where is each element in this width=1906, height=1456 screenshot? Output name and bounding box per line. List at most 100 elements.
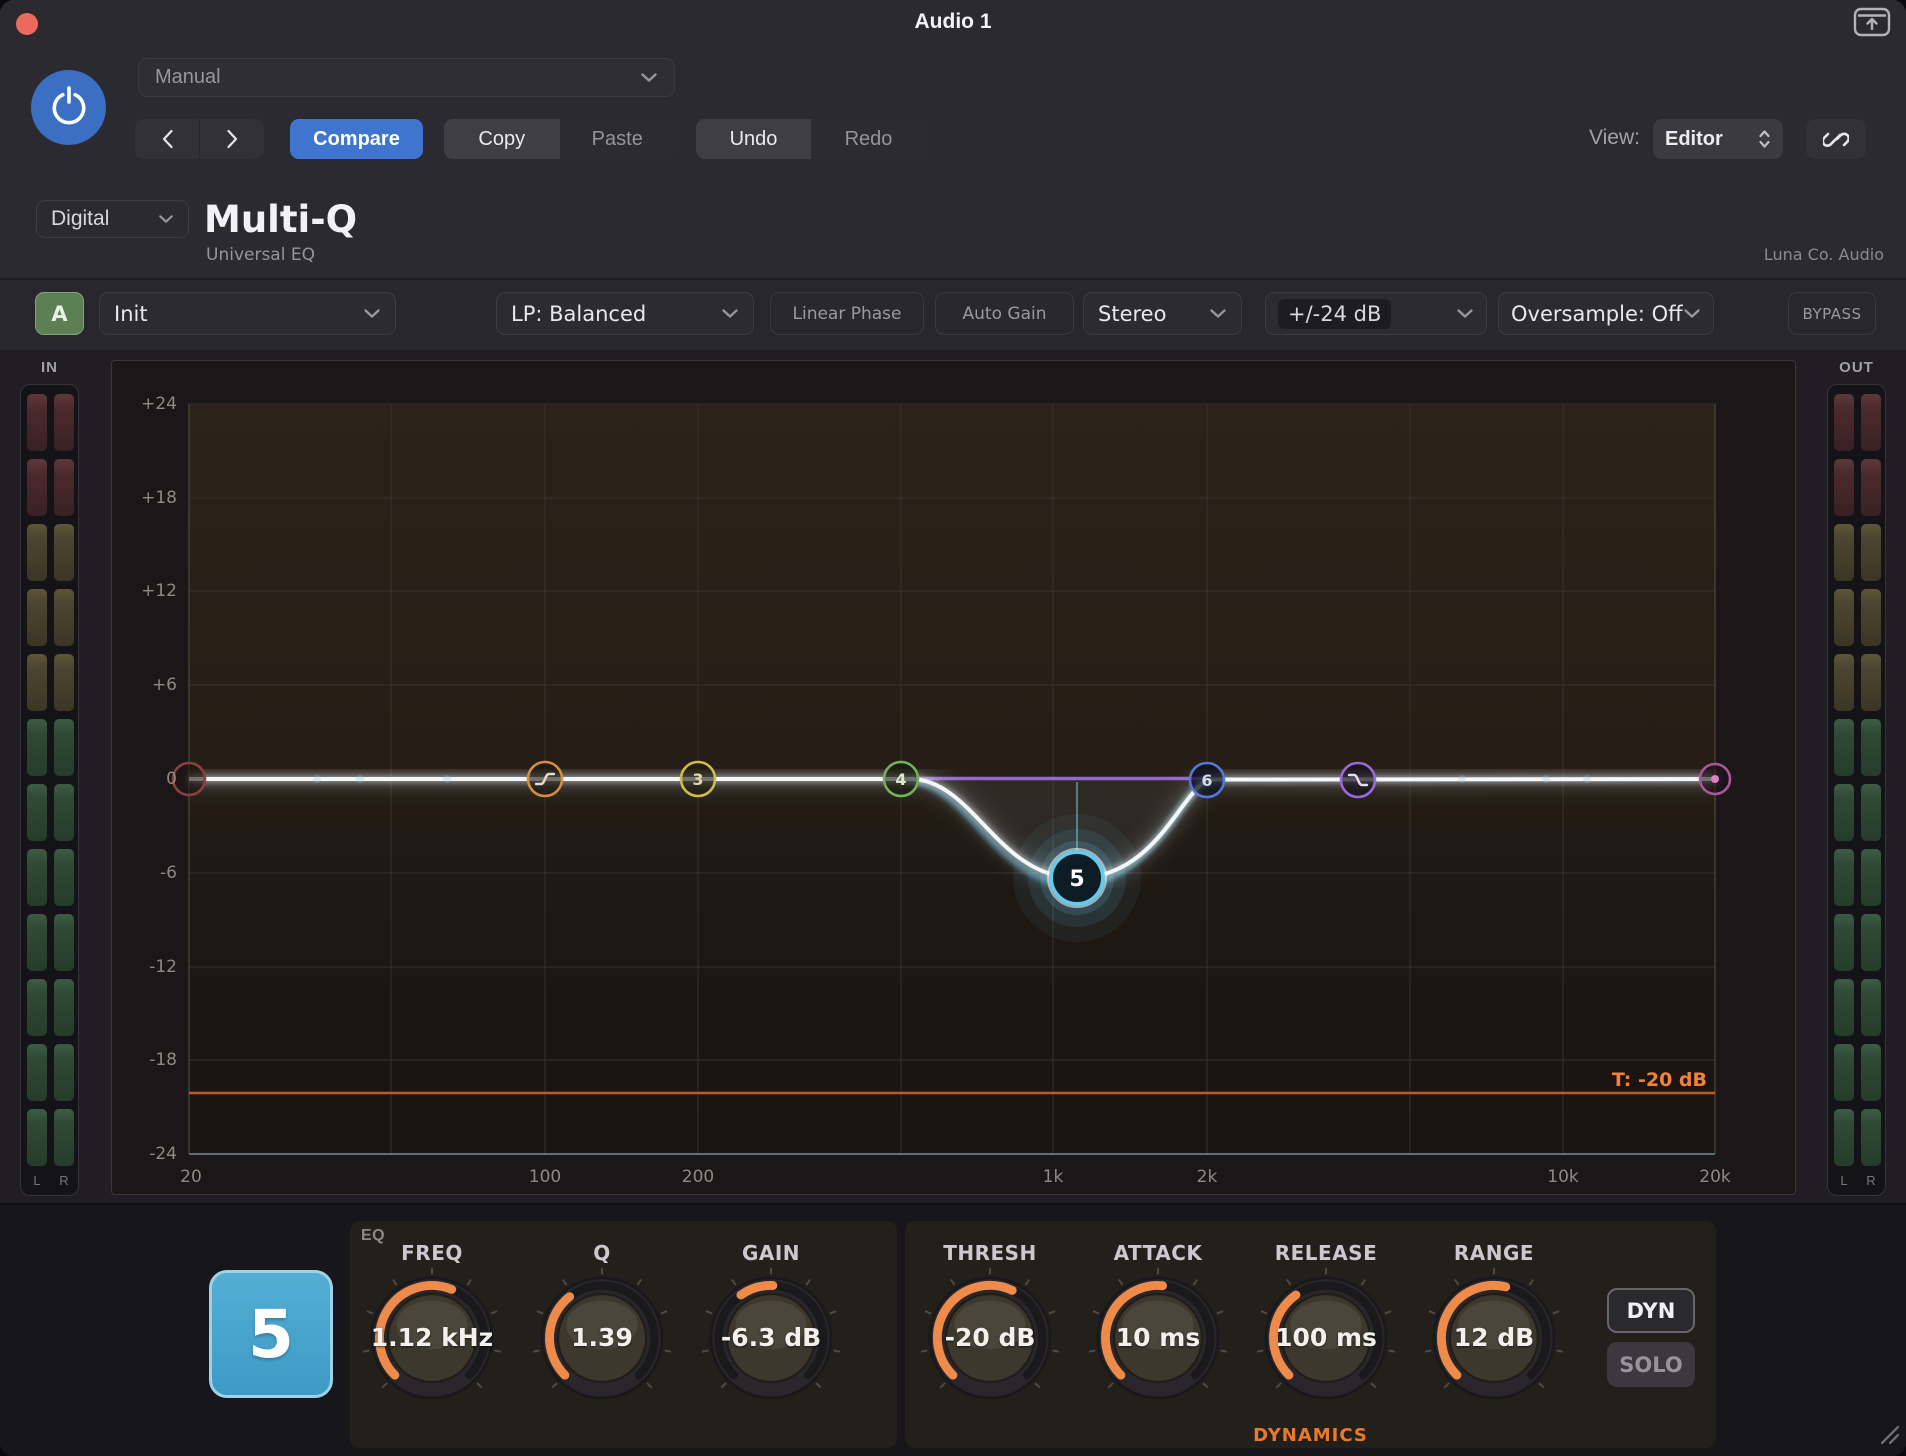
meter-segment [1861, 979, 1881, 1036]
meter-segment [1834, 914, 1854, 971]
output-meter-label: OUT [1827, 359, 1886, 376]
redo-button[interactable]: Redo [811, 119, 926, 159]
attack-knob[interactable]: 10 ms [1083, 1263, 1233, 1413]
link-button[interactable] [1806, 119, 1866, 159]
eq-band-8-handle[interactable] [1700, 764, 1730, 794]
preset-dropdown[interactable]: Init [99, 292, 396, 335]
left-channel-label: L [1834, 1173, 1854, 1188]
release-knob[interactable]: 100 ms [1251, 1263, 1401, 1413]
oversample-value: Oversample: Off [1511, 302, 1683, 326]
freq-label: 100 [529, 1167, 561, 1187]
right-channel-label: R [1861, 1173, 1881, 1188]
gain-knob[interactable]: -6.3 dB [696, 1263, 846, 1413]
meter-segment [1861, 1044, 1881, 1101]
db-label: -24 [125, 1144, 177, 1164]
channel-mode-dropdown[interactable]: Stereo [1083, 292, 1242, 335]
meter-segment [1834, 654, 1854, 711]
meter-segment [27, 589, 47, 646]
chevron-down-icon [721, 308, 739, 319]
linear-phase-mode-dropdown[interactable]: LP: Balanced [496, 292, 754, 335]
oversample-dropdown[interactable]: Oversample: Off [1498, 292, 1714, 335]
stepper-chevrons-icon [1758, 129, 1771, 149]
eq-section: EQ FREQ 1.12 kHz Q 1.39 GAIN -6.3 dB [350, 1221, 897, 1448]
compare-button[interactable]: Compare [290, 119, 423, 159]
paste-label: Paste [592, 128, 643, 151]
meter-segment [54, 394, 74, 451]
resize-gripper[interactable] [1874, 1419, 1900, 1450]
thresh-knob[interactable]: -20 dB [915, 1263, 1065, 1413]
dyn-toggle-button[interactable]: DYN [1607, 1288, 1695, 1333]
bypass-button[interactable]: BYPASS [1788, 292, 1876, 335]
chevron-right-icon [226, 129, 239, 149]
copy-label: Copy [478, 128, 525, 151]
left-channel-label: L [27, 1173, 47, 1188]
link-icon [1823, 126, 1849, 152]
ab-compare-button[interactable]: A [35, 292, 84, 335]
band4-number: 4 [895, 770, 906, 789]
gain-value: -6.3 dB [696, 1323, 846, 1352]
paste-button[interactable]: Paste [560, 119, 676, 159]
copy-button[interactable]: Copy [444, 119, 560, 159]
freq-value: 1.12 kHz [357, 1323, 507, 1352]
eq-band-1-handle[interactable] [173, 763, 205, 795]
db-label: +6 [125, 675, 177, 695]
meter-segment [54, 719, 74, 776]
meter-segment [54, 979, 74, 1036]
selected-band-button[interactable]: 5 [209, 1270, 333, 1398]
db-label: -6 [125, 863, 177, 883]
meter-segment [27, 1044, 47, 1101]
eq-band-7-handle[interactable] [1341, 763, 1375, 797]
chevron-down-icon [363, 308, 381, 319]
input-meter: L R [20, 384, 79, 1196]
preset-nav-group [135, 119, 264, 159]
freq-label: 2k [1197, 1167, 1218, 1187]
range-knob-label: RANGE [1414, 1241, 1574, 1265]
meter-segment [1834, 524, 1854, 581]
plugin-power-button[interactable] [31, 70, 106, 145]
attack-value: 10 ms [1083, 1323, 1233, 1352]
eq-band-6-handle[interactable]: 6 [1190, 763, 1224, 797]
previous-preset-button[interactable] [135, 119, 200, 159]
view-selector[interactable]: Editor [1653, 119, 1783, 159]
freq-knob[interactable]: 1.12 kHz [357, 1263, 507, 1413]
next-preset-button[interactable] [200, 119, 264, 159]
freq-knob-label: FREQ [352, 1241, 512, 1265]
input-meter-left-column [27, 394, 47, 1174]
eq-graph[interactable]: 3 4 6 [111, 360, 1796, 1195]
channel-mode-value: Stereo [1098, 302, 1166, 326]
lp-mode-value: LP: Balanced [511, 302, 646, 326]
thresh-value: -20 dB [915, 1323, 1065, 1352]
release-value: 100 ms [1251, 1323, 1401, 1352]
redo-label: Redo [845, 128, 893, 151]
band6-number: 6 [1201, 771, 1212, 790]
selected-band-number: 5 [248, 1296, 294, 1373]
meter-segment [27, 719, 47, 776]
engine-dropdown[interactable]: Digital [36, 200, 189, 238]
db-label: -12 [125, 957, 177, 977]
meter-segment [1834, 589, 1854, 646]
eq-band-2-handle[interactable] [528, 762, 562, 796]
eq-band-5-handle[interactable]: 5 [1048, 849, 1106, 907]
gain-range-dropdown[interactable]: +/-24 dB [1265, 292, 1487, 335]
undo-button[interactable]: Undo [696, 119, 811, 159]
meter-segment [1834, 849, 1854, 906]
q-knob[interactable]: 1.39 [527, 1263, 677, 1413]
meter-segment [54, 1044, 74, 1101]
eq-band-4-handle[interactable]: 4 [884, 762, 918, 796]
range-knob[interactable]: 12 dB [1419, 1263, 1569, 1413]
meter-segment [1834, 459, 1854, 516]
gain-knob-label: GAIN [691, 1241, 851, 1265]
eq-band-3-handle[interactable]: 3 [681, 762, 715, 796]
linear-phase-toggle[interactable]: Linear Phase [770, 292, 924, 335]
freq-label: 20k [1699, 1167, 1730, 1187]
dynamics-section: THRESH -20 dB ATTACK 10 ms RELEASE 100 m… [905, 1221, 1716, 1448]
automation-mode-dropdown[interactable]: Manual [138, 58, 675, 97]
db-label: +18 [125, 488, 177, 508]
chevron-down-icon [158, 214, 174, 224]
meter-segment [1861, 849, 1881, 906]
copy-paste-group: Copy Paste [444, 119, 675, 159]
solo-toggle-button[interactable]: SOLO [1607, 1342, 1695, 1387]
auto-gain-toggle[interactable]: Auto Gain [935, 292, 1074, 335]
threshold-value-label: T: -20 dB [1412, 1069, 1707, 1091]
popout-window-icon[interactable] [1853, 7, 1891, 37]
